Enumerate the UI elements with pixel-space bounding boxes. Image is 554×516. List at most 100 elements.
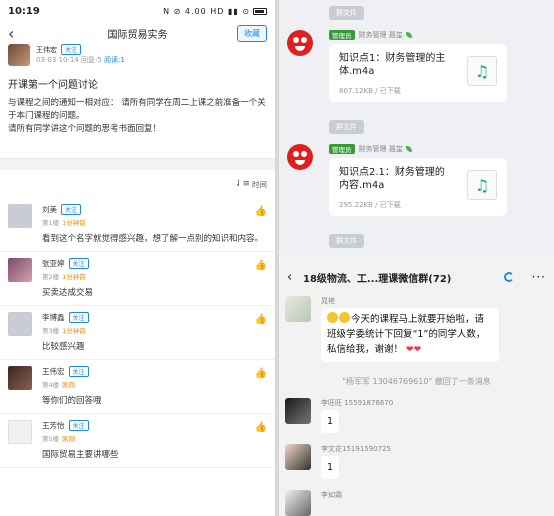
message-bubble[interactable]: 1 <box>321 410 340 433</box>
post-paragraph: 与课程之间的通知一相对应： 请所有同学在周二上课之前准备一个关于本门课程的问题。 <box>8 98 266 121</box>
emoji-icon <box>339 312 350 323</box>
group-header: ‹ 18级物流、工...理课微信群(72) ··· <box>279 264 554 290</box>
file-name: 知识点1：财务管理的主体.m4a <box>339 53 446 77</box>
floor-number: 第3楼 <box>42 327 60 335</box>
group-title: 18级物流、工...理课微信群(72) <box>303 273 452 285</box>
group-file-label: 群文件 <box>329 234 364 248</box>
message-sender: 李如霜 <box>321 491 342 499</box>
comment-time: 刚刚 <box>62 381 76 389</box>
back-arrow-icon[interactable]: ‹ <box>287 270 303 285</box>
group-file-label: 群文件 <box>329 120 364 134</box>
post-date: 03-03 10:14 <box>36 56 79 64</box>
comment-item: 李博鑫 关注 第3楼 1分钟前 比较感兴趣 👍 <box>0 306 275 360</box>
commenter-avatar[interactable] <box>8 366 32 390</box>
follow-button[interactable]: 关注 <box>61 204 82 215</box>
message-bubble[interactable]: 1 <box>321 456 340 479</box>
commenter-name: 刘美 <box>42 205 57 214</box>
message-sender: 李文花15191590725 <box>321 445 391 453</box>
message-sender: 晁艳 <box>321 297 335 305</box>
admin-avatar[interactable] <box>287 30 313 56</box>
commenter-name: 王芳怡 <box>42 421 65 430</box>
comment-item: 王芳怡 关注 第5楼 刚刚 国际贸易主要讲哪些 👍 <box>0 414 275 468</box>
comment-time: 1分钟前 <box>62 219 86 227</box>
music-file-icon: ♫ <box>467 56 497 86</box>
comment-item: 刘美 关注 第1楼 1分钟前 看到这个名字就觉得感兴趣，想了解一点别的知识和内容。 … <box>0 198 275 252</box>
file-card[interactable]: 知识点1：财务管理的主体.m4a 807.12KB / 已下载 ♫ <box>329 44 507 102</box>
comment-list: 刘美 关注 第1楼 1分钟前 看到这个名字就觉得感兴趣，想了解一点别的知识和内容。 … <box>0 198 275 468</box>
status-icons: N ⊘ 4.00 HD ▮▮ ⊙ <box>163 7 267 16</box>
wechat-group-panel: ‹ 18级物流、工...理课微信群(72) ··· 晁艳 今天的课程马上就要开始… <box>279 264 554 516</box>
follow-button[interactable]: 关注 <box>68 312 89 323</box>
collect-button[interactable]: 收藏 <box>237 24 267 42</box>
group-file-label: 群文件 <box>329 6 364 20</box>
loading-icon <box>503 272 514 282</box>
author-name: 王伟宏 <box>36 46 57 54</box>
commenter-avatar[interactable] <box>8 258 32 282</box>
recall-notice: "杨军军 13046769610" 撤回了一条消息 <box>342 377 491 386</box>
more-icon[interactable]: ··· <box>532 270 546 284</box>
like-icon[interactable]: 👍 <box>255 368 267 379</box>
comment-time: 1分钟前 <box>62 273 86 281</box>
file-card[interactable]: 知识点2.1：财务管理的内容.m4a 295.22KB / 已下载 ♫ <box>329 158 507 216</box>
follow-button[interactable]: 关注 <box>68 366 89 377</box>
status-time: 10:19 <box>8 5 40 17</box>
comment-time: 刚刚 <box>62 435 76 443</box>
like-icon[interactable]: 👍 <box>255 260 267 271</box>
sender-line: 管理员 财务管理 聂玺 <box>329 30 412 40</box>
sort-label: 时间 <box>252 179 267 189</box>
emoji-icon <box>327 312 338 323</box>
like-icon[interactable]: 👍 <box>255 206 267 217</box>
file-chat-panel: 群文件 管理员 财务管理 聂玺 知识点1：财务管理的主体.m4a 807.12K… <box>279 0 554 256</box>
back-arrow-icon[interactable]: ‹ <box>8 24 28 43</box>
comment-time: 1分钟前 <box>62 327 86 335</box>
author-meta: 王伟宏 关注 03-03 10:14 回复:5 阅读:1 <box>36 44 125 65</box>
post-paragraph: 请所有同学讲这个问题的思考书面回复！ <box>8 124 162 134</box>
sender-avatar[interactable] <box>285 296 311 322</box>
admin-avatar[interactable] <box>287 144 313 170</box>
commenter-name: 王伟宏 <box>42 367 65 376</box>
file-name: 知识点2.1：财务管理的内容.m4a <box>339 167 445 191</box>
comment-text: 等你们的回答哦 <box>42 396 102 406</box>
sender-name: 财务管理 聂玺 <box>358 31 403 39</box>
commenter-avatar[interactable] <box>8 204 32 228</box>
read-count: 阅读:1 <box>104 56 125 64</box>
comment-item: 王伟宏 关注 第4楼 刚刚 等你们的回答哦 👍 <box>0 360 275 414</box>
sort-bar[interactable]: ⇃≡ 时间 <box>0 172 275 196</box>
admin-badge: 管理员 <box>329 144 355 154</box>
comment-text: 买卖达成交易 <box>42 288 94 298</box>
like-icon[interactable]: 👍 <box>255 314 267 325</box>
music-file-icon: ♫ <box>467 170 497 200</box>
follow-button[interactable]: 关注 <box>61 44 82 55</box>
sender-avatar[interactable] <box>285 444 311 470</box>
page-title: 国际贸易实务 <box>107 29 168 41</box>
comment-text: 看到这个名字就觉得感兴趣，想了解一点别的知识和内容。 <box>42 234 264 244</box>
sender-avatar[interactable] <box>285 398 311 424</box>
section-divider <box>0 158 275 170</box>
commenter-avatar[interactable] <box>8 420 32 444</box>
nav-bar: ‹ 国际贸易实务 收藏 <box>0 22 275 44</box>
comment-text: 比较感兴趣 <box>42 342 85 352</box>
message-bubble[interactable]: 今天的课程马上就要开始啦，请班级学委统计下回复“1”的同学人数，私信给我，谢谢！… <box>321 308 499 362</box>
follow-button[interactable]: 关注 <box>68 258 89 269</box>
post-author: 王伟宏 关注 03-03 10:14 回复:5 阅读:1 <box>0 44 275 70</box>
leaf-icon <box>405 146 412 152</box>
file-size: 807.12KB / 已下载 <box>339 87 401 95</box>
comment-item: 张亚婷 关注 第2楼 1分钟前 买卖达成交易 👍 <box>0 252 275 306</box>
sender-avatar[interactable] <box>285 490 311 516</box>
battery-icon <box>253 7 267 15</box>
like-icon[interactable]: 👍 <box>255 422 267 433</box>
sender-name: 财务管理 聂玺 <box>358 145 403 153</box>
file-size: 295.22KB / 已下载 <box>339 201 401 209</box>
follow-button[interactable]: 关注 <box>68 420 89 431</box>
comment-text: 国际贸易主要讲哪些 <box>42 450 119 460</box>
post-title: 开课第一个问题讨论 <box>8 80 98 91</box>
floor-number: 第4楼 <box>42 381 60 389</box>
admin-badge: 管理员 <box>329 30 355 40</box>
author-avatar[interactable] <box>8 44 30 66</box>
commenter-avatar[interactable] <box>8 312 32 336</box>
commenter-name: 李博鑫 <box>42 313 65 322</box>
discussion-panel: 10:19 N ⊘ 4.00 HD ▮▮ ⊙ ‹ 国际贸易实务 收藏 王伟宏 关注… <box>0 0 275 516</box>
floor-number: 第1楼 <box>42 219 60 227</box>
heart-icon: ❤❤ <box>406 345 422 355</box>
sort-icon: ⇃≡ <box>234 179 250 189</box>
